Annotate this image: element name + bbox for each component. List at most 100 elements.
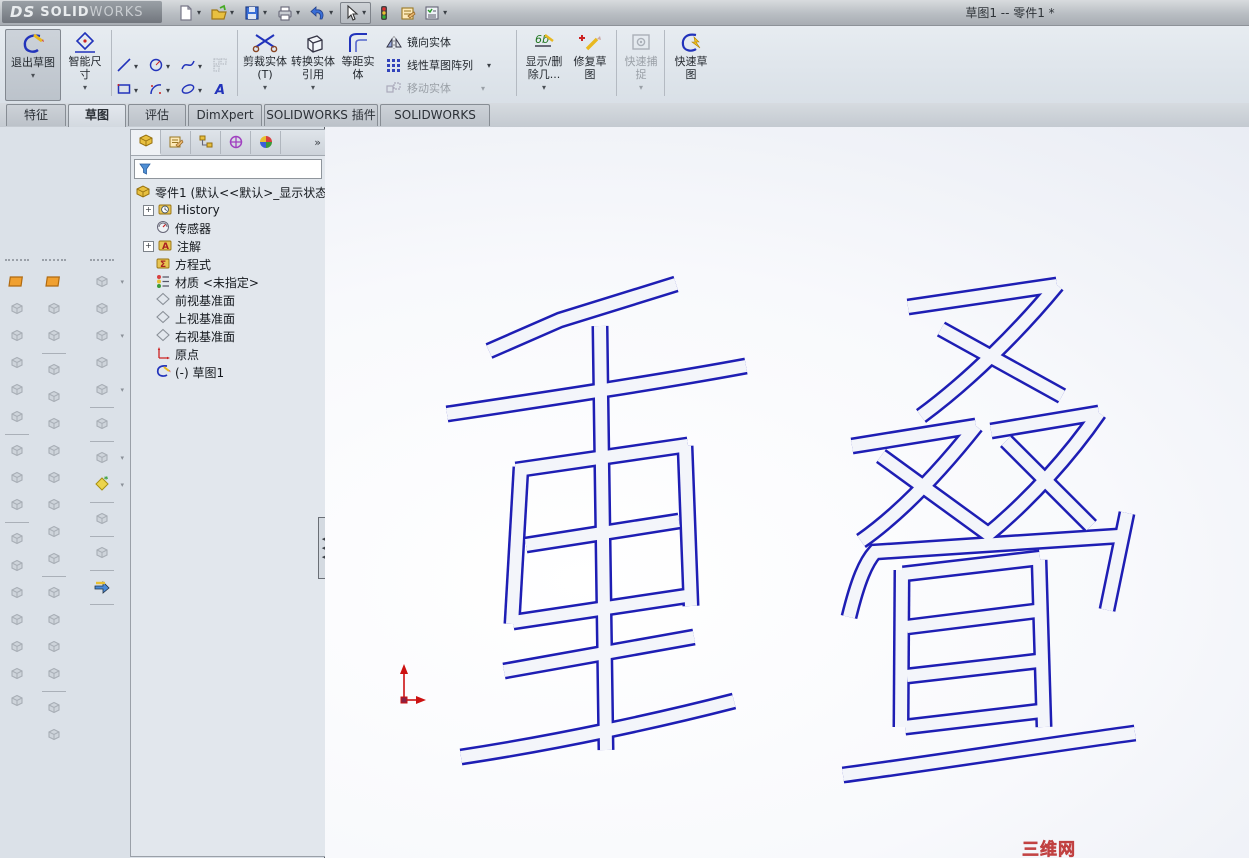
exit-sketch-dropdown-icon[interactable]: ▾ [6, 69, 60, 82]
fold-button[interactable] [40, 722, 68, 749]
extruded-cut-sm-button[interactable] [40, 580, 68, 607]
circular-pattern-feature-button[interactable] [3, 580, 31, 607]
tab-solidworks-mbd[interactable]: SOLIDWORKS MBD [380, 104, 490, 143]
print-document-button[interactable]: ▾ [274, 2, 305, 24]
display-delete-dropdown-icon[interactable]: ▾ [520, 81, 568, 94]
tree-item-item-1[interactable]: 传感器 [131, 219, 325, 237]
tab-dimxpert[interactable]: DimXpert [188, 104, 262, 126]
sheet-metal-toolbar-grip[interactable] [42, 259, 66, 265]
lofted-boss-button[interactable] [3, 377, 31, 404]
miter-flange-button[interactable] [40, 411, 68, 438]
print-document-dropdown-icon[interactable]: ▾ [296, 8, 300, 17]
linear-pattern-dropdown-icon[interactable]: ▾ [487, 61, 491, 70]
tab-特征[interactable]: 特征 [6, 104, 66, 126]
tree-item-item-0[interactable]: + History [131, 201, 325, 219]
trim-entities-button[interactable]: 剪裁实体(T) ▾ [241, 29, 289, 99]
extruded-boss-button[interactable] [3, 269, 31, 296]
trim-entities-dropdown-icon[interactable]: ▾ [241, 81, 289, 94]
task-list-dropdown-icon[interactable]: ▾ [443, 8, 447, 17]
tree-item-item-8[interactable]: 原点 [131, 345, 325, 363]
fm-tab-featuremanager-tree[interactable] [131, 130, 161, 155]
structural-member-button[interactable]: ▾ [88, 323, 124, 350]
linear-pattern-button[interactable]: 线性草图阵列 ▾ [385, 57, 494, 73]
tree-item-item-6[interactable]: 上视基准面 [131, 309, 325, 327]
sketch-text-button[interactable]: A [212, 81, 228, 100]
weldments-toolbar-grip[interactable] [90, 259, 114, 265]
reference-point-button[interactable]: * ▾ [88, 472, 124, 499]
edge-flange-button[interactable] [40, 384, 68, 411]
mirror-feature-button[interactable] [3, 607, 31, 634]
fillet-bead-button[interactable] [88, 506, 116, 533]
display-delete-relations-button[interactable]: 6b 显示/删除几... ▾ [520, 29, 568, 99]
linear-pattern-feature-button[interactable] [3, 553, 31, 580]
smart-dimension-button[interactable]: 智能尺寸 ▾ [62, 29, 108, 99]
weld-bead-button[interactable]: ▾ [88, 445, 124, 472]
offset-entities-button[interactable]: 等距实体 [337, 29, 379, 99]
end-cap-button[interactable]: ▾ [88, 377, 124, 404]
expand-icon[interactable]: + [143, 204, 154, 216]
fm-tab-propertymanager[interactable] [161, 131, 191, 154]
save-document-dropdown-icon[interactable]: ▾ [263, 8, 267, 17]
weldment-dropdown-icon[interactable]: ▾ [120, 278, 124, 286]
corner-button[interactable] [40, 546, 68, 573]
sketch-ellipse-button[interactable]: ▾ [180, 81, 205, 100]
tree-item-part-root[interactable]: 零件1 (默认<<默认>_显示状态 [131, 183, 327, 201]
weldment-button[interactable]: ▾ [88, 269, 124, 296]
fm-tabs-overflow-chevron[interactable]: » [314, 136, 321, 149]
tree-item-item-3[interactable]: Σ 方程式 [131, 255, 325, 273]
trim-extend-button[interactable] [88, 350, 116, 377]
sketch-circle-dropdown-icon[interactable]: ▾ [166, 62, 170, 71]
tree-filter-box[interactable] [134, 159, 322, 179]
sketch-rectangle-dropdown-icon[interactable]: ▾ [134, 86, 138, 95]
sketch-rectangle-button[interactable]: ▾ [116, 81, 141, 100]
flatten-button[interactable] [40, 695, 68, 722]
tree-item-item-2[interactable]: + A 注解 [131, 237, 325, 255]
rapid-sketch-button[interactable]: 快速草图 [668, 29, 714, 99]
tree-item-item-9[interactable]: (-) 草图1 [131, 363, 325, 381]
select-cursor-button[interactable]: ▾ [340, 1, 372, 24]
revolved-boss-button[interactable] [3, 323, 31, 350]
select-cursor-dropdown-icon[interactable]: ▾ [362, 8, 366, 17]
curves-tool-button[interactable] [3, 661, 31, 688]
smart-dimension-dropdown-icon[interactable]: ▾ [62, 81, 108, 94]
sketch-arc-dropdown-icon[interactable]: ▾ [166, 86, 170, 95]
fm-tab-configurationmanager[interactable] [191, 131, 221, 154]
end-cap-dropdown-icon[interactable]: ▾ [120, 386, 124, 394]
lofted-bend-button[interactable] [40, 323, 68, 350]
sketch-ellipse-dropdown-icon[interactable]: ▾ [198, 86, 202, 95]
undo-dropdown-icon[interactable]: ▾ [329, 8, 333, 17]
no-bends-button[interactable] [40, 661, 68, 688]
open-document-dropdown-icon[interactable]: ▾ [230, 8, 234, 17]
boundary-boss-button[interactable] [3, 404, 31, 431]
hem-button[interactable] [40, 438, 68, 465]
weld-bead-dropdown-icon[interactable]: ▾ [120, 454, 124, 462]
sketch-line-dropdown-icon[interactable]: ▾ [134, 62, 138, 71]
instant3d-button[interactable] [3, 688, 31, 715]
filleted-search-button[interactable] [3, 438, 31, 465]
sketch-line-button[interactable]: ▾ [116, 57, 141, 76]
sheet-metal-base-button[interactable] [40, 269, 68, 296]
reference-geometry-button[interactable] [3, 634, 31, 661]
tab-评估[interactable]: 评估 [128, 104, 186, 126]
tree-item-item-7[interactable]: 右视基准面 [131, 327, 325, 345]
draft-search-button[interactable] [3, 465, 31, 492]
open-document-button[interactable]: ▾ [208, 2, 239, 24]
extruded-cut-button[interactable] [3, 296, 31, 323]
save-document-button[interactable]: ▾ [241, 2, 272, 24]
sketch-spline-button[interactable]: ▾ [180, 57, 205, 76]
graphics-viewport[interactable] [325, 127, 1249, 858]
convert-to-sheet-button[interactable] [40, 296, 68, 323]
new-document-dropdown-icon[interactable]: ▾ [197, 8, 201, 17]
tab-solidworks-插件[interactable]: SOLIDWORKS 插件 [264, 104, 378, 126]
tree-item-item-5[interactable]: 前视基准面 [131, 291, 325, 309]
structural-member-dropdown-icon[interactable]: ▾ [120, 332, 124, 340]
fm-tab-dimxpertmanager[interactable] [221, 131, 251, 154]
convert-entities-dropdown-icon[interactable]: ▾ [289, 81, 337, 94]
tree-item-item-4[interactable]: 材质 <未指定> [131, 273, 325, 291]
rebuild-traffic-light-button[interactable] [373, 2, 395, 24]
sketched-bend-button[interactable] [40, 492, 68, 519]
rib-feature-button[interactable] [3, 526, 31, 553]
reference-point-dropdown-icon[interactable]: ▾ [120, 481, 124, 489]
cross-break-button[interactable] [40, 519, 68, 546]
shell-tool-button[interactable] [3, 492, 31, 519]
